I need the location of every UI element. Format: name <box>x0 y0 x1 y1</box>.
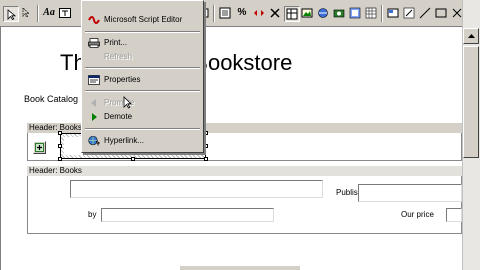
context-menu: Microsoft Script Editor Print... Refresh… <box>81 0 204 153</box>
header-region-label-2: Header: Books <box>29 166 82 175</box>
menu-label: Print... <box>104 38 128 47</box>
image-tool-icon[interactable] <box>300 6 314 20</box>
properties-icon <box>87 74 101 86</box>
layout-tool-icon[interactable] <box>386 6 400 20</box>
resize-handle[interactable] <box>131 157 135 161</box>
menu-item-demote[interactable]: Demote <box>83 110 202 123</box>
mouse-cursor-icon <box>123 96 132 111</box>
connect-tool-icon[interactable] <box>348 6 362 20</box>
rectangle-tool-icon[interactable] <box>434 6 448 20</box>
format-button-icon[interactable] <box>218 6 232 20</box>
font-button[interactable]: Aa <box>42 6 56 20</box>
expand-plus-icon[interactable] <box>33 141 46 154</box>
toolbar: Aa % <box>0 0 480 27</box>
header-region-band-2: Header: Books <box>27 166 462 176</box>
our-price-label: Our price <box>401 210 434 219</box>
resize-handle[interactable] <box>204 131 208 135</box>
cross-tool-icon[interactable] <box>268 6 282 20</box>
by-label: by <box>88 210 97 219</box>
demote-arrow-icon <box>87 111 101 123</box>
publisher-field[interactable] <box>358 184 462 202</box>
text-box-icon[interactable] <box>58 6 72 20</box>
menu-separator <box>85 67 200 69</box>
percent-button[interactable]: % <box>235 6 249 20</box>
title-field[interactable] <box>70 180 323 198</box>
menu-label: Properties <box>104 75 141 84</box>
diamond-red-icon[interactable] <box>252 6 266 20</box>
grid-tool-icon[interactable] <box>364 6 378 20</box>
scroll-up-icon[interactable] <box>463 28 479 44</box>
resize-handle[interactable] <box>204 144 208 148</box>
menu-label: Demote <box>104 112 133 121</box>
lasso-select-icon[interactable] <box>19 6 33 20</box>
horizontal-scrollbar[interactable] <box>180 266 300 270</box>
header-region-label: Header: Books <box>29 123 82 132</box>
recordset-icon[interactable] <box>332 6 346 20</box>
author-field[interactable] <box>101 208 274 222</box>
line-tool-icon[interactable] <box>418 6 432 20</box>
table-tool-icon[interactable] <box>284 6 300 22</box>
menu-separator <box>85 90 200 92</box>
script-editor-icon <box>87 14 101 26</box>
menu-item-script-editor[interactable]: Microsoft Script Editor <box>83 13 202 26</box>
menu-label: Refresh <box>104 52 133 61</box>
select-arrow-icon[interactable] <box>3 6 19 22</box>
menu-item-print[interactable]: Print... <box>83 36 202 49</box>
hyperlink-globe-icon <box>87 135 101 147</box>
price-field[interactable] <box>446 208 462 222</box>
menu-item-properties[interactable]: Properties <box>83 73 202 86</box>
resize-handle[interactable] <box>58 131 62 135</box>
resize-handle[interactable] <box>204 157 208 161</box>
promote-arrow-icon <box>87 97 101 109</box>
scroll-thumb[interactable] <box>463 46 479 158</box>
print-icon <box>87 37 101 49</box>
menu-separator <box>85 128 200 130</box>
menu-label: Hyperlink... <box>104 136 145 145</box>
resize-handle[interactable] <box>58 157 62 161</box>
menu-label: Microsoft Script Editor <box>104 15 183 24</box>
palette-tool-icon[interactable] <box>402 6 416 20</box>
menu-item-refresh: Refresh <box>83 50 202 63</box>
menu-item-hyperlink[interactable]: Hyperlink... <box>83 134 202 147</box>
menu-item-promote: Promote <box>83 96 202 109</box>
catalog-text: Book Catalog <box>24 94 79 104</box>
resize-handle[interactable] <box>58 144 62 148</box>
db-tool-icon[interactable] <box>316 6 330 20</box>
menu-separator <box>85 31 200 33</box>
